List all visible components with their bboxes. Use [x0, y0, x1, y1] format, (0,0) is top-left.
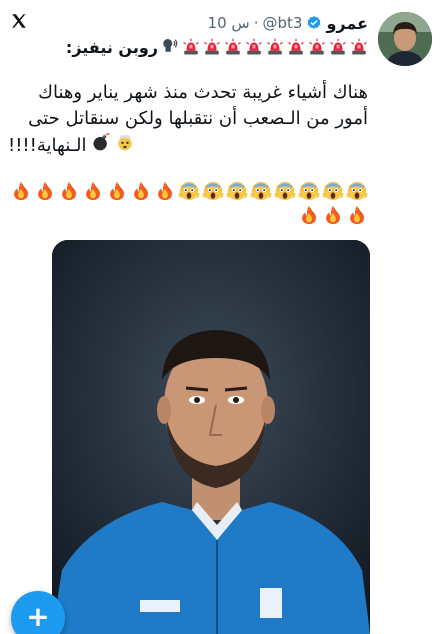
x-logo-icon[interactable]: [10, 12, 28, 30]
siren-icons: [182, 38, 368, 56]
face-screaming-icon: [298, 180, 320, 202]
police-siren-icon: [182, 38, 200, 56]
fire-icon: [106, 180, 128, 202]
face-screaming-icon: [202, 180, 224, 202]
fire-icon: [34, 180, 56, 202]
speaking-head-icon: [161, 36, 179, 58]
police-siren-icon: [224, 38, 242, 56]
face-screaming-icon: [322, 180, 344, 202]
tweet-media-image[interactable]: [52, 240, 370, 634]
exploding-head-icon: [115, 132, 135, 160]
face-screaming-icon: [274, 180, 296, 202]
face-screaming-icon: [250, 180, 272, 202]
police-siren-icon: [245, 38, 263, 56]
face-screaming-icon: [178, 180, 200, 202]
tweet-body-line-last: الـنهاية!!!!: [8, 132, 368, 160]
emoji-row: [8, 180, 368, 226]
tweet-body-line: الـنهاية!!!!: [8, 135, 87, 156]
police-siren-icon: [203, 38, 221, 56]
bomb-icon: [91, 132, 111, 160]
tweet-body-line: هناك أشياء غريبة تحدث منذ شهر يناير وهنا…: [38, 82, 368, 103]
verified-badge-icon: [306, 15, 322, 31]
police-siren-icon: [350, 38, 368, 56]
fire-icon: [298, 204, 320, 226]
tweet-time: ·: [253, 14, 259, 32]
police-siren-icon: [287, 38, 305, 56]
tweet-body: هناك أشياء غريبة تحدث منذ شهر يناير وهنا…: [8, 80, 368, 160]
tweet-timestamp[interactable]: 10 س: [208, 14, 250, 32]
avatar[interactable]: [378, 12, 432, 66]
quote-prefix: روبن نيفيز:: [65, 37, 158, 57]
police-siren-icon: [308, 38, 326, 56]
face-screaming-icon: [226, 180, 248, 202]
tweet-header: عمرو @bt3 · 10 س: [208, 12, 368, 34]
tweet-body-line: أمور من الـصعب أن نتقبلها ولكن سنقاتل حت…: [28, 108, 368, 129]
police-siren-icon: [266, 38, 284, 56]
fire-icon: [10, 180, 32, 202]
fire-icon: [82, 180, 104, 202]
author-handle[interactable]: @bt3: [262, 14, 302, 32]
fire-icon: [130, 180, 152, 202]
fire-icon: [58, 180, 80, 202]
fire-icon: [322, 204, 344, 226]
police-siren-icon: [329, 38, 347, 56]
fire-icon: [154, 180, 176, 202]
quote-attribution-line: روبن نيفيز:: [66, 36, 368, 58]
face-screaming-icon: [346, 180, 368, 202]
fire-icon: [346, 204, 368, 226]
author-name[interactable]: عمرو: [326, 14, 368, 33]
